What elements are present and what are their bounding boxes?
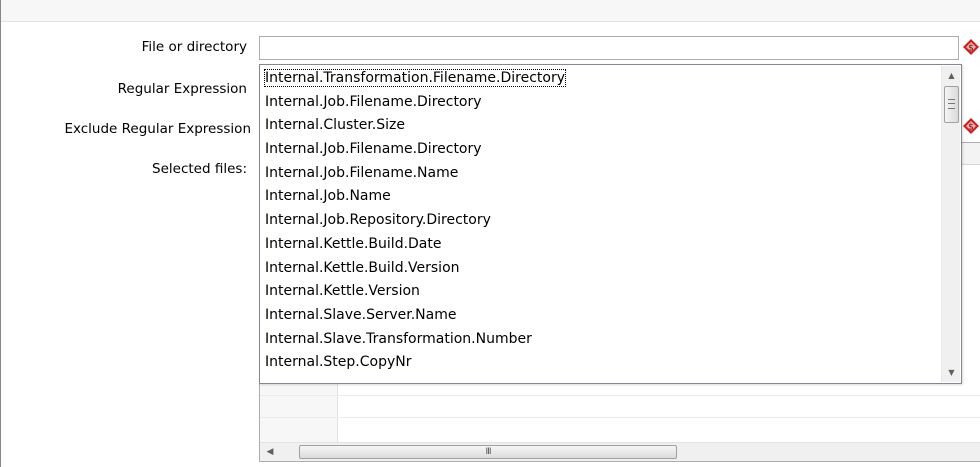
scroll-up-icon[interactable]: ▲ — [942, 67, 961, 84]
scroll-grip: III — [485, 447, 492, 457]
vertical-scroll-thumb[interactable] — [944, 86, 959, 123]
list-item-label: Internal.Job.Filename.Name — [265, 164, 459, 181]
list-item-label: Internal.Cluster.Size — [265, 117, 405, 134]
svg-text:$: $ — [968, 44, 974, 54]
list-item[interactable]: Internal.Slave.Server.Name — [262, 304, 939, 328]
list-item-label: Internal.Kettle.Build.Date — [265, 235, 442, 252]
list-item-label: Internal.Kettle.Version — [265, 283, 420, 300]
list-item[interactable]: Internal.Transformation.Filename.Directo… — [262, 67, 939, 91]
scroll-grip — [948, 99, 955, 109]
list-item-label: Internal.Job.Filename.Directory — [265, 141, 482, 158]
variable-insert-icon[interactable]: $ — [962, 117, 980, 135]
file-or-directory-input[interactable] — [259, 36, 959, 60]
list-item-label: Internal.Kettle.Build.Version — [265, 259, 460, 276]
exclude-regular-expression-label: Exclude Regular Expression — [64, 121, 251, 137]
svg-text:$: $ — [968, 123, 974, 133]
list-item[interactable]: Internal.Slave.Transformation.Number — [262, 328, 939, 352]
variable-insert-icon[interactable]: $ — [962, 38, 980, 56]
table-row — [260, 395, 980, 396]
table-row — [260, 417, 980, 418]
variable-dropdown-list[interactable]: Internal.Transformation.Filename.Directo… — [259, 64, 962, 384]
list-item[interactable]: Internal.Job.Filename.Directory — [262, 138, 939, 162]
list-item-label: Internal.Slave.Server.Name — [265, 306, 457, 323]
list-item-label: Internal.Step.CopyNr — [265, 354, 412, 371]
scroll-left-icon[interactable]: ◀ — [262, 445, 278, 459]
selected-files-label: Selected files: — [152, 161, 247, 177]
horizontal-scrollbar[interactable]: ◀ III — [260, 442, 980, 461]
list-item[interactable]: Internal.Kettle.Build.Date — [262, 233, 939, 257]
list-item[interactable]: Internal.Kettle.Build.Version — [262, 257, 939, 281]
variable-list[interactable]: Internal.Transformation.Filename.Directo… — [262, 67, 939, 381]
regular-expression-label: Regular Expression — [117, 81, 247, 97]
file-or-directory-label: File or directory — [141, 39, 247, 55]
list-item-label: Internal.Job.Filename.Directory — [265, 93, 482, 110]
dialog-window: File or directory $ Regular Expression E… — [0, 0, 980, 467]
list-item[interactable]: Internal.Kettle.Version — [262, 280, 939, 304]
horizontal-scroll-thumb[interactable]: III — [299, 445, 677, 459]
scroll-down-icon[interactable]: ▼ — [942, 364, 961, 381]
list-item-label: Internal.Slave.Transformation.Number — [265, 330, 532, 347]
list-item-label: Internal.Transformation.Filename.Directo… — [264, 69, 566, 87]
list-item[interactable]: Internal.Job.Name — [262, 185, 939, 209]
list-item-label: Internal.Job.Repository.Directory — [265, 212, 491, 229]
list-item-label: Internal.Job.Name — [265, 188, 391, 205]
list-item[interactable]: Internal.Cluster.Size — [262, 114, 939, 138]
vertical-scrollbar[interactable]: ▲ ▼ — [941, 66, 960, 382]
list-item[interactable]: Internal.Job.Filename.Name — [262, 162, 939, 186]
top-strip — [1, 0, 980, 22]
list-item[interactable]: Internal.Job.Repository.Directory — [262, 209, 939, 233]
list-item[interactable]: Internal.Job.Filename.Directory — [262, 91, 939, 115]
list-item[interactable]: Internal.Step.CopyNr — [262, 351, 939, 375]
